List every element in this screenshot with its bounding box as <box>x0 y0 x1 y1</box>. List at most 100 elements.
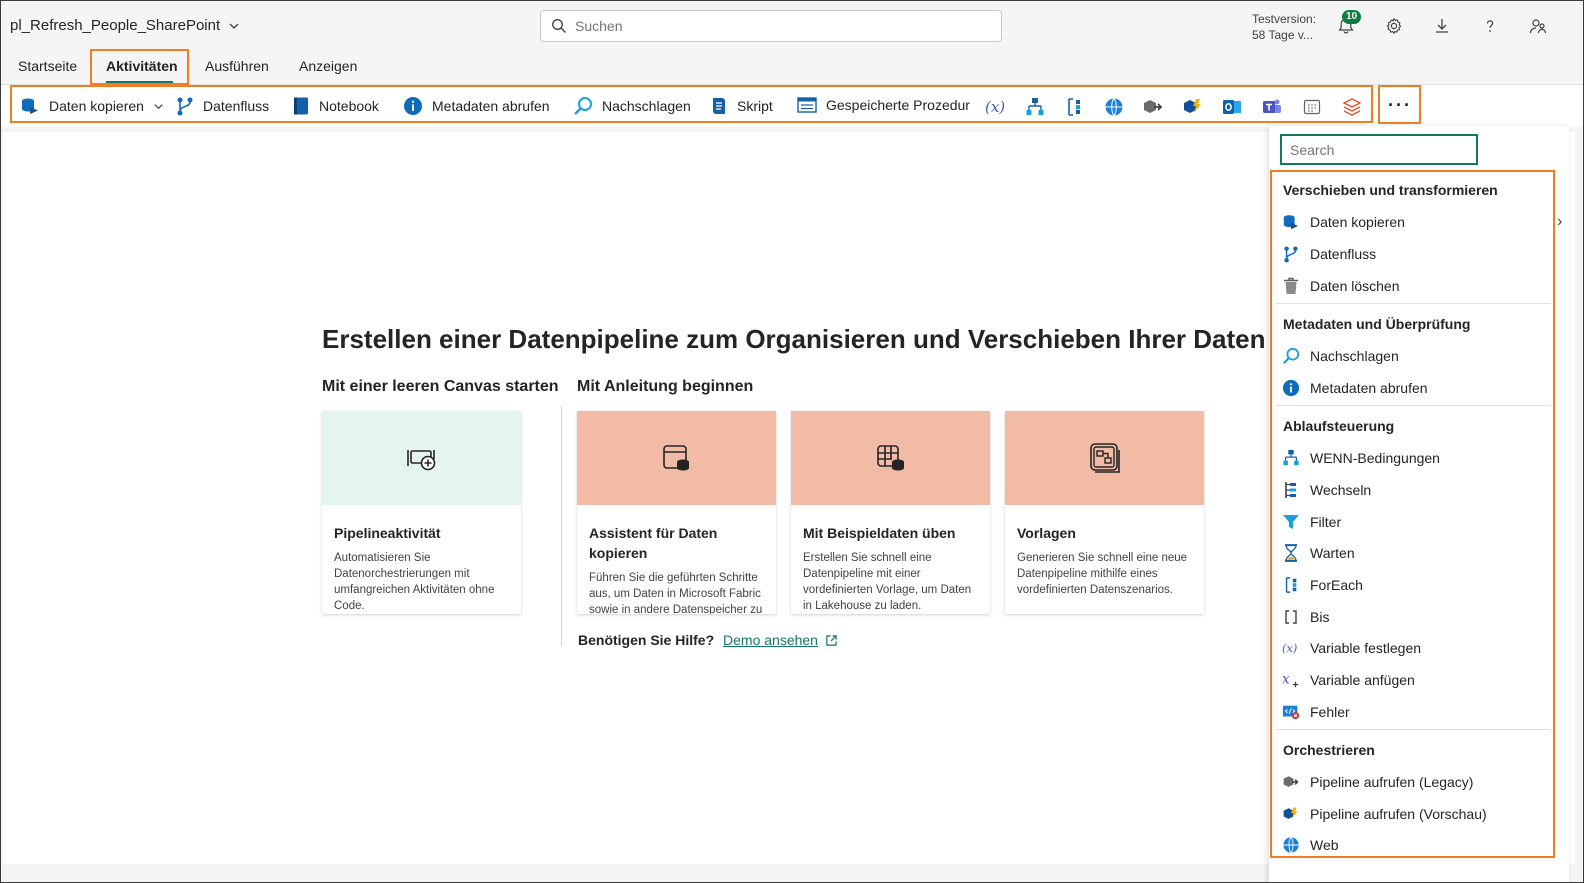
flyout-item-invoke-pipeline-preview[interactable]: Pipeline aufrufen (Vorschau) <box>1282 805 1487 823</box>
section-divider <box>561 406 562 646</box>
item-label: Nachschlagen <box>1310 348 1399 364</box>
variable-icon: (x) <box>985 98 1005 116</box>
hourglass-icon <box>1285 544 1297 562</box>
script-icon <box>713 98 725 114</box>
download-button[interactable] <box>1427 11 1457 41</box>
help-button[interactable] <box>1475 11 1505 41</box>
item-label: Warten <box>1310 545 1355 561</box>
flyout-item-lookup[interactable]: Nachschlagen <box>1282 347 1399 365</box>
card-illustration <box>322 411 521 505</box>
script-label: Skript <box>737 98 773 114</box>
teams-button[interactable] <box>1261 96 1283 118</box>
share-button[interactable] <box>1523 11 1553 41</box>
lookup-icon <box>574 97 592 115</box>
item-label: Filter <box>1310 514 1342 530</box>
flyout-item-set-variable[interactable]: (x) Variable festlegen <box>1282 639 1421 657</box>
stored-procedure-button[interactable]: Gespeicherte Prozedur <box>797 96 970 114</box>
flyout-item-if-condition[interactable]: WENN-Bedingungen <box>1282 449 1440 467</box>
app-window: pl_Refresh_People_SharePoint Testversion… <box>0 0 1584 883</box>
item-label: Daten löschen <box>1310 278 1400 294</box>
workspace-selector[interactable]: pl_Refresh_People_SharePoint <box>10 17 240 34</box>
set-variable-button[interactable]: (x) <box>984 96 1006 118</box>
flyout-search-box[interactable] <box>1280 134 1478 165</box>
chevron-right-icon[interactable]: › <box>1557 213 1562 231</box>
activities-flyout <box>1269 126 1569 882</box>
chevron-down-icon <box>229 23 239 29</box>
section-orchestrate: Orchestrieren <box>1283 742 1375 758</box>
stored-procedure-label: Gespeicherte Prozedur <box>826 97 970 113</box>
get-metadata-button[interactable]: Metadaten abrufen <box>403 96 550 116</box>
card-pipeline-activity[interactable]: Pipelineaktivität Automatisieren Sie Dat… <box>322 411 521 614</box>
foreach-button[interactable] <box>1063 96 1085 118</box>
foreach-icon <box>1285 577 1297 593</box>
tab-startseite[interactable]: Startseite <box>18 58 77 74</box>
lookup-icon <box>1283 347 1300 364</box>
dataflow-button[interactable]: Datenfluss <box>176 96 269 116</box>
trial-status[interactable]: Testversion: 58 Tage v... <box>1252 11 1316 43</box>
invoke-pipeline-legacy-button[interactable] <box>1142 96 1164 118</box>
flyout-item-filter[interactable]: Filter <box>1282 513 1341 531</box>
tab-aktivitaeten[interactable]: Aktivitäten <box>106 58 178 74</box>
invoke-pipeline-preview-button[interactable] <box>1182 96 1204 118</box>
card-title: Mit Beispieldaten üben <box>803 525 956 541</box>
search-box[interactable] <box>540 10 1002 42</box>
script-button[interactable]: Skript <box>710 96 773 116</box>
flyout-item-invoke-pipeline-legacy[interactable]: Pipeline aufrufen (Legacy) <box>1282 773 1473 791</box>
chevron-down-icon <box>154 103 163 109</box>
demo-link[interactable]: Demo ansehen <box>723 632 818 648</box>
card-description: Erstellen Sie schnell eine Datenpipeline… <box>803 552 972 612</box>
flyout-item-fail[interactable]: Fehler <box>1282 703 1350 721</box>
info-icon <box>404 97 422 115</box>
append-variable-icon: x <box>1282 672 1299 688</box>
flyout-item-delete-data[interactable]: Daten löschen <box>1282 277 1400 295</box>
card-illustration <box>791 411 990 505</box>
notebook-button[interactable]: Notebook <box>292 96 379 116</box>
flyout-item-foreach[interactable]: ForEach <box>1282 576 1363 594</box>
flyout-item-web[interactable]: Web <box>1282 836 1339 854</box>
tab-anzeigen[interactable]: Anzeigen <box>299 58 357 74</box>
stored-procedure-icon <box>797 97 817 113</box>
foreach-icon <box>1068 98 1080 116</box>
invoke-pipeline-legacy-icon <box>1283 776 1299 787</box>
layers-button[interactable] <box>1341 96 1363 118</box>
web-button[interactable] <box>1103 96 1125 118</box>
item-label: Bis <box>1310 609 1330 625</box>
lookup-label: Nachschlagen <box>602 98 691 114</box>
if-condition-icon <box>1283 449 1299 466</box>
lookup-button[interactable]: Nachschlagen <box>573 96 691 116</box>
flyout-item-switch[interactable]: Wechseln <box>1282 481 1371 499</box>
flyout-item-until[interactable]: Bis <box>1282 608 1329 626</box>
flyout-search-input[interactable] <box>1290 142 1470 158</box>
external-link-icon[interactable] <box>825 634 838 647</box>
if-condition-button[interactable] <box>1024 96 1046 118</box>
section-metadata-validation: Metadaten und Überprüfung <box>1283 316 1471 332</box>
card-title: Pipelineaktivität <box>334 525 441 541</box>
active-tab-indicator <box>106 81 173 83</box>
search-input[interactable] <box>575 18 975 34</box>
more-activities-button[interactable]: ··· <box>1381 87 1419 123</box>
card-copy-data-assistant[interactable]: Assistent für Daten kopieren Führen Sie … <box>577 411 776 614</box>
flyout-item-append-variable[interactable]: x Variable anfügen <box>1282 671 1415 689</box>
activities-ribbon: Daten kopieren Datenfluss Notebook Metad… <box>1 85 1583 127</box>
help-icon <box>1486 20 1494 32</box>
invoke-pipeline-preview-icon <box>1184 99 1201 113</box>
settings-button[interactable] <box>1379 11 1409 41</box>
card-sample-data[interactable]: Mit Beispieldaten üben Erstellen Sie sch… <box>791 411 990 614</box>
dataflow-label: Datenfluss <box>203 98 270 114</box>
pipeline-add-icon <box>406 450 435 471</box>
card-templates[interactable]: Vorlagen Generieren Sie schnell eine neu… <box>1005 411 1204 614</box>
flyout-item-copy-data[interactable]: Daten kopieren <box>1282 213 1405 231</box>
dataflow-icon <box>177 97 193 116</box>
flyout-item-wait[interactable]: Warten <box>1282 544 1355 562</box>
copy-data-label: Daten kopieren <box>49 98 144 114</box>
tab-ausfuehren[interactable]: Ausführen <box>205 58 269 74</box>
switch-icon <box>1285 482 1296 498</box>
calendar-button[interactable] <box>1301 96 1323 118</box>
copy-data-button[interactable]: Daten kopieren <box>20 96 164 116</box>
flyout-item-dataflow[interactable]: Datenfluss <box>1282 245 1376 263</box>
notifications-button[interactable]: 10 <box>1331 10 1362 41</box>
outlook-button[interactable] <box>1221 96 1243 118</box>
flyout-item-get-metadata[interactable]: Metadaten abrufen <box>1282 379 1428 397</box>
filter-icon <box>1283 515 1299 529</box>
outlook-icon <box>1223 100 1241 114</box>
